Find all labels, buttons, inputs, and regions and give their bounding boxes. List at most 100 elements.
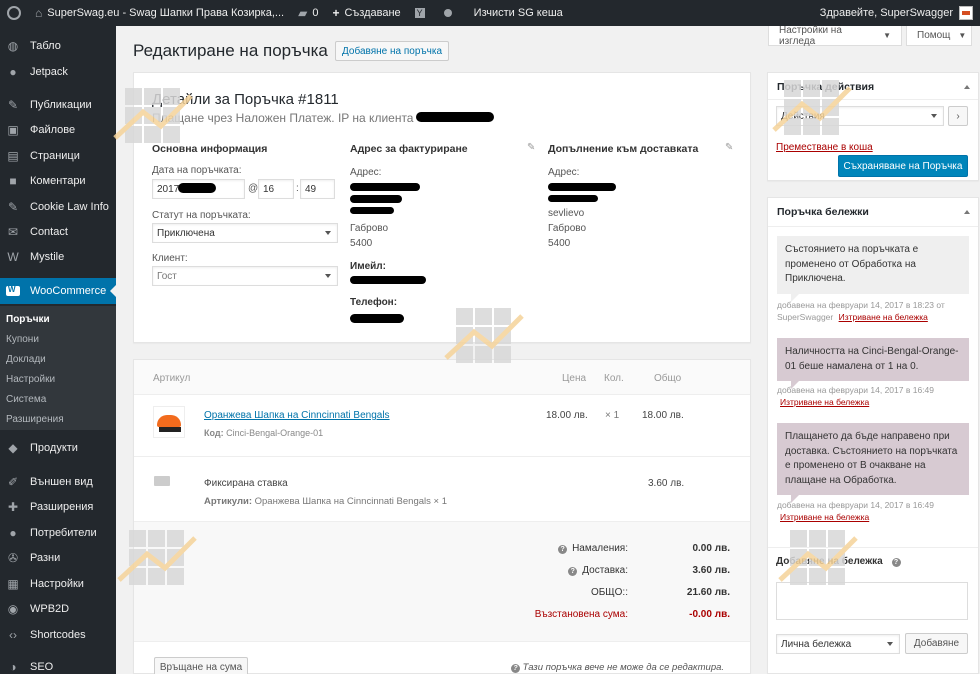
save-order-button[interactable]: Съхраняване на Поръчка: [838, 155, 968, 177]
sidebar-item-code[interactable]: ‹› Shortcodes: [0, 622, 116, 648]
sidebar-item-user[interactable]: ● Потребители: [0, 520, 116, 546]
sidebar-item-label: Разширения: [30, 501, 94, 513]
help-icon: ?: [568, 567, 578, 576]
pin-icon: ✎: [7, 200, 19, 214]
submenu-item[interactable]: Доклади: [6, 354, 46, 365]
delete-note-link[interactable]: Изтриване на бележка: [780, 512, 869, 522]
caret-down-icon: ▼: [958, 31, 967, 40]
home-icon: ⌂: [35, 6, 43, 20]
redacted-shipping-line2: [548, 195, 598, 202]
sidebar-item-wrench[interactable]: ✇ Разни: [0, 545, 116, 571]
comment-icon: ▰: [298, 6, 308, 20]
note-bubble: Наличността на Cinci-Bengal-Orange-01 бе…: [777, 338, 969, 389]
note-type-select[interactable]: Лична бележка: [776, 634, 900, 654]
jetpack-icon: ●: [9, 65, 17, 79]
refund-button[interactable]: Връщане на сума: [154, 657, 248, 674]
submenu-item[interactable]: Настройки: [6, 374, 55, 385]
customer-select[interactable]: Гост: [152, 266, 338, 286]
apply-action-button[interactable]: ›: [948, 106, 968, 126]
wordpress-logo-button[interactable]: [0, 0, 28, 26]
sidebar-item-label: Mystile: [30, 251, 65, 263]
status-dot-button[interactable]: [437, 0, 459, 26]
order-notes-title: Поръчка бележки: [777, 206, 869, 218]
my-account-link[interactable]: Здравейте, SuperSwagger: [813, 0, 980, 26]
delete-note-link[interactable]: Изтриване на бележка: [839, 312, 928, 322]
general-title: Основна информация: [152, 143, 268, 155]
edit-shipping-pencil-icon[interactable]: ✎: [725, 142, 733, 153]
add-order-button[interactable]: Добавяне на поръчка: [335, 41, 449, 61]
phone-label: Телефон:: [350, 297, 398, 308]
sidebar-item-page[interactable]: ▤ Страници: [0, 143, 116, 169]
sidebar-item-jetpack[interactable]: ● Jetpack: [0, 59, 116, 85]
shipping-items-value: Оранжева Шапка на Cinncinnati Bengals × …: [254, 496, 447, 507]
product-name-link[interactable]: Оранжева Шапка на Cinncinnati Bengals: [204, 410, 390, 421]
redacted-billing-line2: [350, 195, 402, 203]
total-label: Възстановена сума:: [535, 609, 628, 620]
comments-link[interactable]: ▰ 0: [291, 0, 325, 26]
total-label-text: Намаления:: [572, 543, 628, 554]
sidebar-item-woocommerce[interactable]: WooCommerce: [0, 278, 116, 304]
screen-options-button[interactable]: Настройки на изгледа ▼: [768, 24, 902, 47]
sidebar-item-brush[interactable]: ✐ Външен вид: [0, 469, 116, 495]
wrench-icon: ✇: [7, 551, 19, 565]
yoast-link[interactable]: Y: [408, 0, 437, 26]
sidebar-item-label: Shortcodes: [30, 629, 86, 641]
comments-count: 0: [312, 7, 319, 19]
redacted-shipping-line1: [548, 183, 616, 191]
help-button[interactable]: Помощ ▼: [906, 26, 972, 46]
sidebar-item-pin[interactable]: ✎ Публикации: [0, 92, 116, 118]
col-total: Общо: [654, 373, 682, 384]
note-textarea[interactable]: [776, 582, 968, 620]
total-label: ОБЩО::: [591, 587, 628, 598]
sidebar-item-seo[interactable]: ◑ SEO: [0, 654, 116, 674]
status-label: Статут на поръчката:: [152, 210, 251, 221]
total-label: ? Доставка:: [568, 565, 628, 576]
site-name: SuperSwag.eu - Swag Шапки Права Козирка,…: [47, 7, 285, 19]
order-actions-select[interactable]: Действия: [776, 106, 944, 126]
redacted-email[interactable]: [350, 276, 426, 284]
col-price: Цена: [562, 373, 587, 384]
site-name-link[interactable]: ⌂ SuperSwag.eu - Swag Шапки Права Козирка…: [28, 0, 291, 26]
submenu-item[interactable]: Купони: [6, 334, 39, 345]
sidebar-item-dashboard[interactable]: ◍ Табло: [0, 33, 116, 59]
order-hour-input[interactable]: 16: [258, 179, 294, 199]
add-note-button[interactable]: Добавяне: [905, 633, 968, 654]
sidebar-item-plugin[interactable]: ✚ Разширения: [0, 494, 116, 520]
collapse-icon[interactable]: [964, 85, 970, 89]
note-meta: добавена на февруари 14, 2017 в 18:23 от…: [777, 300, 969, 324]
code-icon: ‹›: [9, 628, 17, 642]
sidebar-item-media[interactable]: ▣ Файлове: [0, 117, 116, 143]
billing-city: Габрово: [350, 223, 389, 234]
sidebar-item-theme[interactable]: W Mystile: [0, 244, 116, 270]
edit-billing-pencil-icon[interactable]: ✎: [527, 142, 535, 153]
redacted-phone[interactable]: [350, 314, 404, 323]
collapse-icon[interactable]: [964, 210, 970, 214]
move-to-trash-link[interactable]: Преместване в кошa: [776, 142, 873, 153]
sidebar-item-settings[interactable]: ▦ Настройки: [0, 571, 116, 597]
sidebar-item-label: SEO: [30, 661, 54, 673]
sidebar-item-wpb2d[interactable]: ◉ WPB2D: [0, 596, 116, 622]
product-thumbnail[interactable]: [153, 406, 185, 438]
product-price: 18.00 лв.: [546, 410, 588, 421]
order-heading: Детайли за Поръчка #1811: [152, 91, 339, 108]
sidebar-item-pin[interactable]: ✎ Cookie Law Info: [0, 194, 116, 220]
delete-note-link[interactable]: Изтриване на бележка: [780, 397, 869, 407]
product-qty: × 1: [605, 410, 620, 421]
submenu-item[interactable]: Система: [6, 394, 46, 405]
screen-options-label: Настройки на изгледа: [779, 24, 842, 47]
new-content-link[interactable]: + Създаване: [325, 0, 407, 26]
user-icon: ●: [9, 526, 17, 540]
divider: [134, 641, 750, 642]
brush-icon: ✐: [7, 475, 19, 489]
sidebar-item-mail[interactable]: ✉ Contact: [0, 219, 116, 245]
submenu-item[interactable]: Разширения: [6, 414, 64, 425]
sidebar-item-cube[interactable]: ◆ Продукти: [0, 435, 116, 461]
chevron-down-icon: [325, 274, 331, 278]
sidebar-item-label: Продукти: [30, 442, 78, 454]
sidebar-item-comment[interactable]: ■ Коментари: [0, 168, 116, 194]
purge-cache-link[interactable]: Изчисти SG кеша: [467, 0, 570, 26]
order-status-select[interactable]: Приключена: [152, 223, 338, 243]
submenu-item[interactable]: Поръчки: [6, 314, 50, 325]
sidebar-item-label: Jetpack: [30, 66, 68, 78]
order-minute-input[interactable]: 49: [300, 179, 335, 199]
